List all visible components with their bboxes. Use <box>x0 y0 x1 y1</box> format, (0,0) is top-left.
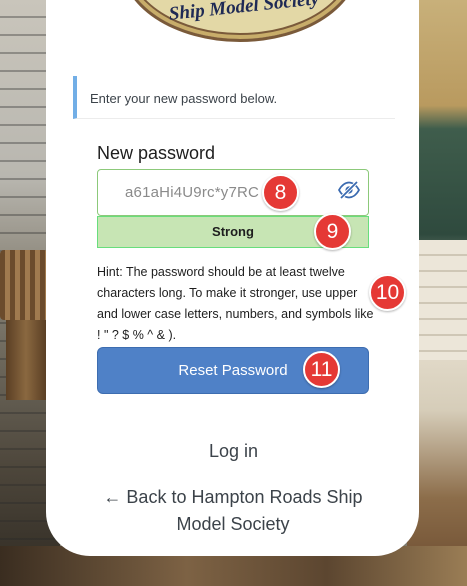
new-password-input[interactable] <box>97 169 369 216</box>
rope-coil <box>0 250 48 320</box>
password-hint: Hint: The password should be at least tw… <box>97 265 374 342</box>
winch-drum <box>6 320 46 400</box>
eye-slash-icon[interactable] <box>337 180 361 200</box>
annotation-marker-10: 10 <box>369 274 406 311</box>
annotation-marker-8: 8 <box>262 174 299 211</box>
back-to-site-link[interactable]: ← Back to Hampton Roads Ship Model Socie… <box>97 484 369 538</box>
message-notice: Enter your new password below. <box>73 76 395 119</box>
login-link[interactable]: Log in <box>0 441 467 462</box>
annotation-marker-11: 11 <box>303 351 340 388</box>
new-password-label: New password <box>97 143 216 163</box>
annotation-marker-9: 9 <box>314 213 351 250</box>
